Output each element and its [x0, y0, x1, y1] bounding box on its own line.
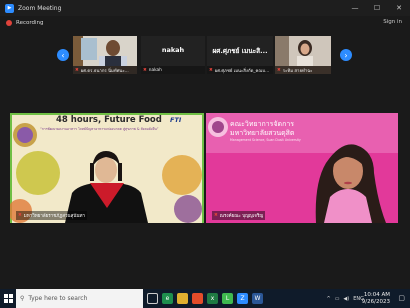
windows-start-icon[interactable]	[0, 289, 16, 308]
edge-browser-icon[interactable]: e	[162, 293, 173, 304]
participant-caption: ✖ nakah	[141, 66, 205, 74]
zoom-app-icon: ▶	[5, 3, 14, 13]
taskbar-search-input[interactable]: ⚲ Type here to search	[16, 289, 143, 308]
close-icon[interactable]: ✕	[388, 0, 410, 16]
maximize-icon[interactable]: ☐	[366, 0, 388, 16]
participant-thumb[interactable]: ผศ.ศุภชย์ เมนะสิ... ✖ ผศ.ศุภชย์ เมนะสิ่งก…	[207, 36, 273, 74]
zoom-taskbar-icon[interactable]: Z	[237, 293, 248, 304]
participant-video	[275, 36, 331, 66]
participant-thumb[interactable]: nakah ✖ nakah	[141, 36, 205, 74]
file-explorer-icon[interactable]	[177, 293, 188, 304]
network-icon[interactable]: ▭	[335, 296, 340, 302]
participant-video	[73, 36, 137, 66]
muted-mic-icon: ✖	[75, 67, 79, 73]
banner-title: 48 hours, Future Food	[56, 115, 162, 125]
minimize-icon[interactable]: —	[344, 0, 366, 16]
excel-icon[interactable]: x	[207, 293, 218, 304]
meeting-topbar: Recording Sign in	[0, 16, 410, 30]
speaker-name-caption: ✖ ณรงค์ยณะ บุญญเจริญ	[212, 211, 266, 220]
notification-icon[interactable]: ▢	[398, 294, 405, 302]
muted-mic-icon: ✖	[214, 213, 218, 218]
muted-mic-icon: ✖	[18, 213, 22, 218]
window-title: Zoom Meeting	[18, 4, 62, 12]
system-tray: ^ ▭ ◀) ENG	[326, 289, 364, 308]
chrome-icon[interactable]	[192, 293, 203, 304]
participant-thumb[interactable]: ✖ ระทิม สายทำฉะ	[275, 36, 331, 74]
line-app-icon[interactable]: L	[222, 293, 233, 304]
recording-icon	[6, 20, 12, 26]
participant-caption: ✖ ระทิม สายทำฉะ	[275, 66, 331, 74]
participant-strip: ✖ ผศ.ดร.ธนากร นิ่มทัศนะ... nakah ✖ nakah ผ…	[55, 36, 355, 74]
participant-caption: ✖ ผศ.ศุภชย์ เมนะสิ่งกัด_คณบ...	[207, 66, 273, 74]
participant-name-large: ผศ.ศุภชย์ เมนะสิ...	[212, 47, 268, 55]
banner-subtitle: “การพัฒนาผลงานอาหาร โจทย์ปัญหาอาหารแห่งอ…	[40, 127, 159, 131]
windows-taskbar: ⚲ Type here to search e x L Z W ^ ▭ ◀) E…	[0, 289, 410, 308]
muted-mic-icon: ✖	[277, 67, 281, 73]
word-icon[interactable]: W	[252, 293, 263, 304]
participant-name-large: nakah	[161, 46, 185, 54]
task-view-icon[interactable]	[147, 293, 158, 304]
taskbar-clock[interactable]: 10:04 AM 9/26/2023	[362, 292, 390, 306]
speaker-video-right[interactable]: คณะวิทยาการจัดการ มหาวิทยาลัยสวนดุสิต Ma…	[206, 113, 398, 223]
participant-caption: ✖ ผศ.ดร.ธนากร นิ่มทัศนะ...	[73, 66, 137, 74]
tray-overflow-icon[interactable]: ^	[326, 296, 330, 302]
speaker-name-caption: ✖ มหาวิทยาลัยราชภัฏสวนสุนันทา	[16, 211, 88, 220]
clock-time: 10:04 AM	[363, 292, 390, 298]
volume-icon[interactable]: ◀)	[343, 296, 349, 302]
recording-label: Recording	[16, 20, 44, 26]
window-titlebar: ▶ Zoom Meeting — ☐ ✕	[0, 0, 410, 16]
signin-link[interactable]: Sign in	[383, 19, 402, 25]
clock-date: 9/26/2023	[361, 299, 390, 305]
muted-mic-icon: ✖	[143, 67, 147, 73]
participant-thumb[interactable]: ✖ ผศ.ดร.ธนากร นิ่มทัศนะ...	[73, 36, 137, 74]
window-controls: — ☐ ✕	[344, 0, 410, 16]
speaker-video-left[interactable]: 48 hours, Future Food “การพัฒนาผลงานอาหา…	[10, 113, 204, 223]
muted-mic-icon: ✖	[209, 67, 213, 73]
search-icon: ⚲	[20, 295, 25, 302]
fti-logo: FTI	[170, 116, 182, 124]
banner-line3: Management Science, Suan Dusit Universit…	[230, 138, 301, 142]
